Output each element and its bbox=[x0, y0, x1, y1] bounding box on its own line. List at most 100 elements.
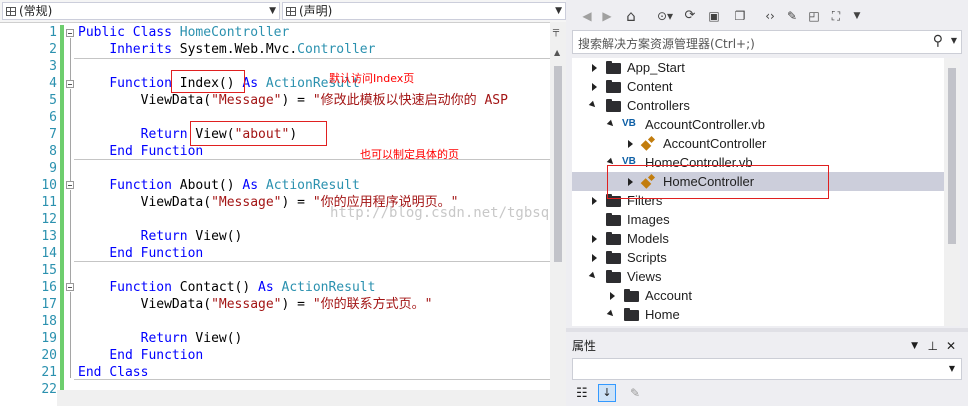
line-number: 16 bbox=[41, 280, 57, 295]
collapse-index-icon[interactable] bbox=[66, 80, 74, 88]
collapse-contact-icon[interactable] bbox=[66, 283, 74, 291]
property-pages-icon[interactable]: ✎ bbox=[630, 386, 640, 400]
tree-item-label[interactable]: Content bbox=[627, 77, 673, 96]
code-line[interactable]: Return View() bbox=[78, 228, 243, 245]
tree-item-label[interactable]: Images bbox=[627, 210, 670, 229]
expander-collapsed-icon[interactable] bbox=[592, 235, 597, 243]
expander-expanded-icon[interactable] bbox=[588, 271, 598, 281]
code-line[interactable]: End Function bbox=[78, 347, 203, 364]
collapse-all-icon[interactable]: ▣ bbox=[706, 7, 722, 25]
code-line[interactable]: Function About() As ActionResult bbox=[78, 177, 359, 194]
folder-icon bbox=[606, 213, 621, 226]
expander-collapsed-icon[interactable] bbox=[592, 254, 597, 262]
code-line[interactable]: End Function bbox=[78, 143, 203, 160]
line-number: 18 bbox=[41, 314, 57, 329]
properties-wrench-icon[interactable]: ✎ bbox=[784, 7, 800, 25]
solution-explorer-panel: ◀ ▶ ⌂ ⊙▾ ⟳ ▣ ❐ ‹› ✎ ◰ ⛶ ▼ 搜索解决方案资源管理器(Ct… bbox=[566, 0, 968, 406]
view-about-highlight-box bbox=[190, 121, 327, 146]
chevron-down-icon: ▼ bbox=[269, 6, 276, 16]
tree-item-label[interactable]: App_Start bbox=[627, 58, 685, 77]
properties-object-selector[interactable]: ▼ bbox=[572, 358, 962, 380]
search-icon[interactable]: ⚲ bbox=[933, 33, 943, 49]
code-line[interactable]: Return View() bbox=[78, 330, 243, 347]
member-dropdown[interactable]: (声明) ▼ bbox=[282, 2, 566, 20]
class-icon bbox=[642, 137, 656, 150]
index-highlight-box bbox=[171, 70, 245, 93]
procedure-separator bbox=[74, 159, 550, 160]
collapse-about-icon[interactable] bbox=[66, 181, 74, 189]
preview-icon[interactable]: ◰ bbox=[806, 7, 822, 25]
member-glyph-icon bbox=[286, 7, 296, 16]
line-number: 9 bbox=[49, 161, 57, 176]
code-line[interactable]: ViewData("Message") = "修改此模板以快速启动你的 ASP bbox=[78, 92, 508, 109]
type-dropdown[interactable]: (常规) ▼ bbox=[2, 2, 280, 20]
collapse-class-icon[interactable] bbox=[66, 29, 74, 37]
properties-header: 属性 ▼ ⊥ ✕ bbox=[572, 336, 962, 356]
scroll-up-icon[interactable]: ▲ bbox=[554, 48, 560, 57]
tree-item-label[interactable]: Home bbox=[645, 305, 680, 324]
panel-splitter[interactable] bbox=[566, 328, 968, 332]
line-number: 6 bbox=[49, 110, 57, 125]
code-line[interactable]: Public Class HomeController bbox=[78, 24, 289, 41]
solution-search-input[interactable]: 搜索解决方案资源管理器(Ctrl+;) ⚲ ▼ bbox=[572, 30, 962, 54]
expander-collapsed-icon[interactable] bbox=[628, 140, 633, 148]
expander-collapsed-icon[interactable] bbox=[592, 64, 597, 72]
outline-line bbox=[70, 38, 71, 80]
outline-line bbox=[70, 89, 71, 181]
expander-expanded-icon[interactable] bbox=[606, 119, 616, 129]
tree-item-label[interactable]: AccountController.vb bbox=[645, 115, 765, 134]
code-line[interactable]: Inherits System.Web.Mvc.Controller bbox=[78, 41, 375, 58]
chevron-down-icon: ▼ bbox=[555, 6, 562, 16]
folder-icon bbox=[624, 308, 639, 321]
procedure-separator bbox=[74, 261, 550, 262]
chevron-down-icon[interactable]: ▼ bbox=[850, 7, 864, 25]
tree-item-label[interactable]: Controllers bbox=[627, 96, 690, 115]
tree-item-label[interactable]: AccountController bbox=[663, 134, 766, 153]
folder-icon bbox=[624, 289, 639, 302]
outline-line bbox=[70, 292, 71, 378]
categorized-icon[interactable]: ☷ bbox=[576, 386, 588, 401]
back-icon[interactable]: ◀ bbox=[580, 7, 594, 25]
line-number: 20 bbox=[41, 348, 57, 363]
expander-collapsed-icon[interactable] bbox=[610, 292, 615, 300]
expander-expanded-icon[interactable] bbox=[606, 309, 616, 319]
editor-vertical-scrollbar[interactable]: ╤ ▲ bbox=[550, 22, 566, 406]
history-icon[interactable]: ⊙▾ bbox=[654, 7, 676, 25]
solution-view-icon[interactable]: ⛶ bbox=[828, 7, 844, 25]
expander-collapsed-icon[interactable] bbox=[592, 83, 597, 91]
tree-item-label[interactable]: Views bbox=[627, 267, 661, 286]
show-all-files-icon[interactable]: ❐ bbox=[732, 7, 748, 25]
split-icon[interactable]: ╤ bbox=[553, 26, 559, 37]
tree-vertical-scrollbar[interactable] bbox=[944, 58, 960, 326]
watermark-text: http://blog.csdn.net/tgbsql... bbox=[330, 205, 583, 221]
editor-horizontal-scrollbar[interactable] bbox=[57, 390, 550, 406]
alphabetical-icon[interactable]: ↓ bbox=[598, 384, 616, 402]
tree-item-label[interactable]: Account bbox=[645, 286, 692, 305]
code-line[interactable]: ViewData("Message") = "你的联系方式页。" bbox=[78, 296, 433, 313]
line-number: 8 bbox=[49, 144, 57, 159]
line-number: 19 bbox=[41, 331, 57, 346]
home-icon[interactable]: ⌂ bbox=[622, 7, 640, 25]
code-line[interactable]: End Function bbox=[78, 245, 203, 262]
expander-expanded-icon[interactable] bbox=[588, 100, 598, 110]
forward-icon[interactable]: ▶ bbox=[600, 7, 614, 25]
line-number: 3 bbox=[49, 59, 57, 74]
outline-line bbox=[70, 190, 71, 283]
code-editor[interactable]: (常规) ▼ (声明) ▼ 1 Public Class HomeControll… bbox=[0, 0, 583, 406]
tree-item-label[interactable]: Models bbox=[627, 229, 669, 248]
chevron-down-icon[interactable]: ▼ bbox=[949, 364, 955, 373]
folder-icon bbox=[606, 232, 621, 245]
search-options-icon[interactable]: ▼ bbox=[951, 36, 957, 45]
scroll-thumb[interactable] bbox=[948, 68, 956, 244]
view-code-icon[interactable]: ‹› bbox=[762, 7, 778, 25]
line-number: 22 bbox=[41, 382, 57, 397]
sync-icon[interactable]: ⟳ bbox=[682, 7, 698, 25]
close-icon[interactable]: ✕ bbox=[946, 336, 956, 356]
pin-icon[interactable]: ⊥ bbox=[928, 336, 938, 356]
solution-tree[interactable]: App_Start Content Controllers VB AccountCont… bbox=[572, 58, 944, 326]
code-line[interactable]: Function Contact() As ActionResult bbox=[78, 279, 375, 296]
dropdown-icon[interactable]: ▼ bbox=[911, 336, 918, 356]
tree-item-label[interactable]: Scripts bbox=[627, 248, 667, 267]
expander-collapsed-icon[interactable] bbox=[592, 197, 597, 205]
scroll-thumb[interactable] bbox=[554, 66, 562, 262]
